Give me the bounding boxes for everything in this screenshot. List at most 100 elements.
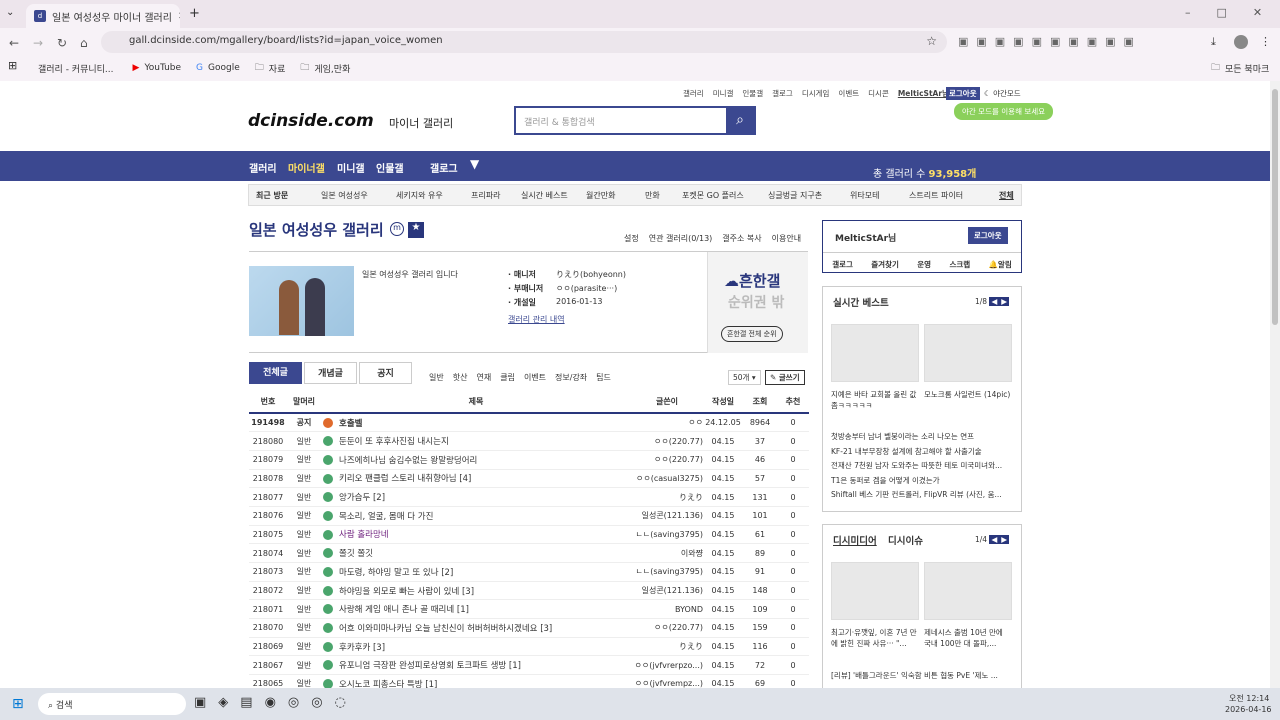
top-link[interactable]: 미니갤 — [713, 88, 734, 99]
top-link[interactable]: 갤러리 — [683, 88, 704, 99]
side-logout-button[interactable]: 로그아웃 — [968, 227, 1008, 244]
post-author[interactable]: ㄴㄴ(saving3795) — [631, 525, 703, 545]
table-row[interactable]: 218074 일반 쫄깃 쫄깃 이와쨩 04.15 89 0 — [249, 543, 809, 563]
search-icon[interactable]: ⌕ — [726, 108, 754, 133]
recent-item[interactable]: 포켓몬 GO 플러스 — [682, 190, 744, 201]
head-filter[interactable]: 클립 — [500, 372, 515, 383]
close-tab-icon[interactable]: ✕ — [178, 11, 180, 22]
post-title-text[interactable]: 오시노코 피총스타 특방 [1] — [339, 680, 437, 688]
media-pager[interactable]: 1/4 ◀ ▶ — [975, 535, 1010, 544]
recent-item[interactable]: 만화 — [645, 190, 660, 201]
post-author[interactable]: ㅇㅇ(220.77) — [631, 431, 703, 451]
post-title[interactable]: 어흐 이와미마나카님 오늘 남친신이 허버허버하시겠네요 [3] — [321, 618, 631, 638]
taskbar-search[interactable]: ⌕ 검색 — [38, 693, 186, 715]
tab-concept-posts[interactable]: 개념글 — [304, 362, 357, 384]
recent-item[interactable]: 스트리트 파이터 — [909, 190, 963, 201]
media-caption[interactable]: 제네시스 출범 10년 만에 국내 100만 대 돌파,... — [924, 627, 1012, 649]
search-box[interactable]: 갤러리 & 통합검색 ⌕ — [514, 106, 756, 135]
media-tab[interactable]: 디시이슈 — [888, 533, 923, 547]
post-author[interactable]: ㅇㅇ(casual3275) — [631, 469, 703, 489]
next-icon[interactable]: ▶ — [999, 535, 1010, 544]
apps-icon[interactable]: ⊞ — [8, 59, 17, 72]
back-icon[interactable]: ← — [9, 36, 19, 50]
next-icon[interactable]: ▶ — [999, 297, 1010, 306]
tab-all-posts[interactable]: 전체글 — [249, 362, 302, 384]
table-row[interactable]: 218078 일반 키리오 팬클럽 스토리 내취향아님 [4] ㅇㅇ(casual32… — [249, 469, 809, 489]
gnb-item[interactable]: 인물갤 — [376, 160, 404, 175]
table-row[interactable]: 218075 일반 사람 홀라망네 ㄴㄴ(saving3795) 04.15 61 0 — [249, 525, 809, 545]
tab-search-icon[interactable]: ⌄ — [6, 7, 14, 18]
head-filter[interactable]: 연재 — [476, 372, 491, 383]
address-bar[interactable]: gall.dcinside.com/mgallery/board/lists?i… — [101, 31, 947, 53]
best-list-item[interactable]: 전재산 7천원 남자 도와주는 따뜻한 테토 미국미녀와... — [831, 459, 1015, 474]
post-title-text[interactable]: 마도령, 하야밍 말고 또 있나 [2] — [339, 568, 453, 578]
table-row[interactable]: 218080 일반 둔둔이 또 후후사진집 내시는지 ㅇㅇ(220.77) 04.15 3… — [249, 431, 809, 451]
chevron-down-icon[interactable]: ▼ — [470, 157, 479, 171]
post-author[interactable]: 이와쨩 — [631, 543, 703, 563]
write-button[interactable]: ✎ 글쓰기 — [765, 370, 805, 385]
table-row[interactable]: 218076 일반 목소리, 얼굴, 몸매 다 가진 일성콘(121.136) 04.1… — [249, 506, 809, 526]
post-author[interactable]: ㅇㅇ(220.77) — [631, 450, 703, 470]
head-filter[interactable]: 이벤트 — [524, 372, 546, 383]
head-filter[interactable]: 정보/강좌 — [555, 372, 587, 383]
table-row[interactable]: 218073 일반 마도령, 하야밍 말고 또 있나 [2] ㄴㄴ(saving379… — [249, 562, 809, 582]
new-tab-icon[interactable]: + — [189, 6, 200, 21]
rank-all-button[interactable]: 흔한갤 전체 순위 — [721, 326, 783, 342]
post-title[interactable]: 사람 홀라망네 — [321, 525, 631, 545]
table-row[interactable]: 191498 공지 호출벨 ㅇㅇ 24.12.05 8964 0 — [249, 413, 809, 433]
post-title-text[interactable]: 쫄깃 쫄깃 — [339, 549, 373, 559]
best-pager[interactable]: 1/8 ◀ ▶ — [975, 297, 1010, 306]
post-title[interactable]: 호출벨 — [321, 413, 631, 433]
top-link[interactable]: 인물갤 — [742, 88, 763, 99]
head-filter[interactable]: 핫산 — [453, 372, 468, 383]
post-author[interactable]: ㅇㅇ(jvfvrempz...) — [631, 674, 703, 688]
avatar[interactable] — [1234, 35, 1248, 49]
favorite-star-icon[interactable]: ★ — [408, 222, 424, 238]
post-title-text[interactable]: 둔둔이 또 후후사진집 내시는지 — [339, 437, 449, 447]
best-thumb[interactable] — [831, 324, 919, 382]
side-menu-item[interactable]: 🔔알림 — [989, 259, 1012, 270]
best-list-item[interactable]: T1은 동퍼로 겜을 어떻게 이겼는가 — [831, 474, 1015, 489]
management-history-link[interactable]: 갤러리 관리 내역 — [508, 314, 565, 325]
table-row[interactable]: 218070 일반 어흐 이와미마나카님 오늘 남친신이 허버허버하시겠네요 [3]… — [249, 618, 809, 638]
table-row[interactable]: 218071 일반 사랑해 게임 애니 존나 골 때리네 [1] BYOND 04.15… — [249, 599, 809, 620]
tab-notice[interactable]: 공지 — [359, 362, 412, 384]
post-title-text[interactable]: 나즈에히나님 숨김수없는 왕말랑덩어리 — [339, 456, 477, 466]
post-title-text[interactable]: 유포니엄 극장판 완성피로상영회 토크파트 생방 [1] — [339, 661, 521, 671]
side-menu-item[interactable]: 운영 — [917, 259, 931, 270]
media-list-item[interactable]: [리뷰] '배틀그라운드' 익숙함 비튼 협동 PvE '제노 ... — [831, 670, 1015, 681]
post-title-text[interactable]: 앙가슴두 [2] — [339, 493, 385, 503]
recent-item[interactable]: 실시간 베스트 — [521, 190, 568, 201]
recent-item[interactable]: 싱글벙글 지구촌 — [768, 190, 822, 201]
media-thumb[interactable] — [924, 562, 1012, 620]
post-title-text[interactable]: 키리오 팬클럽 스토리 내취향아님 [4] — [339, 474, 471, 484]
menu-icon[interactable]: ⋮ — [1260, 35, 1271, 48]
table-row[interactable]: 218069 일반 후카후카 [3] りえり 04.15 116 0 — [249, 637, 809, 657]
post-author[interactable]: ㅇㅇ(220.77) — [631, 618, 703, 638]
all-bookmarks[interactable]: 🗀 모든 북마크 — [1211, 60, 1269, 76]
best-list-item[interactable]: Shiftall 베스 기판 컨트롤러, FlipVR 리뷰 (사진, 움... — [831, 488, 1015, 503]
related-galleries-link[interactable]: 연관 갤러리(0/13) — [649, 233, 713, 244]
page-scrollbar[interactable] — [1270, 81, 1280, 688]
post-title[interactable]: 목소리, 얼굴, 몸매 다 가진 — [321, 506, 631, 526]
best-list-item[interactable]: 첫방송부터 남녀 벨붕이라는 소리 나오는 연프 — [831, 430, 1015, 445]
post-title-text[interactable]: 사랑해 게임 애니 존나 골 때리네 [1] — [339, 605, 469, 615]
post-author[interactable]: 일성콘(121.136) — [631, 506, 703, 526]
recent-item[interactable]: 프리파라 — [471, 190, 500, 201]
table-row[interactable]: 218079 일반 나즈에히나님 숨김수없는 왕말랑덩어리 ㅇㅇ(220.77) 04.… — [249, 450, 809, 470]
copy-address-link[interactable]: 갤주소 복사 — [722, 233, 761, 244]
head-filter[interactable]: 팁드 — [596, 372, 611, 383]
post-title[interactable]: 후카후카 [3] — [321, 637, 631, 657]
post-title-text[interactable]: 호출벨 — [339, 419, 362, 429]
top-link[interactable]: 이벤트 — [838, 88, 859, 99]
scrollbar-thumb[interactable] — [1272, 89, 1278, 325]
window-controls[interactable]: –□✕ — [1185, 6, 1280, 19]
post-author[interactable]: りえり — [631, 487, 703, 507]
post-title[interactable]: 유포니엄 극장판 완성피로상영회 토크파트 생방 [1] — [321, 655, 631, 676]
post-title[interactable]: 사랑해 게임 애니 존나 골 때리네 [1] — [321, 599, 631, 620]
clock-date[interactable]: 2026-04-16 — [1225, 705, 1272, 714]
search-input[interactable]: 갤러리 & 통합검색 — [524, 115, 595, 128]
taskbar-app-icons[interactable]: ▣◈▤◉◎◎◌ — [194, 695, 358, 710]
bookmark-folder-data[interactable]: 자료 — [269, 62, 286, 75]
side-menu-item[interactable]: 스크랩 — [949, 259, 970, 270]
